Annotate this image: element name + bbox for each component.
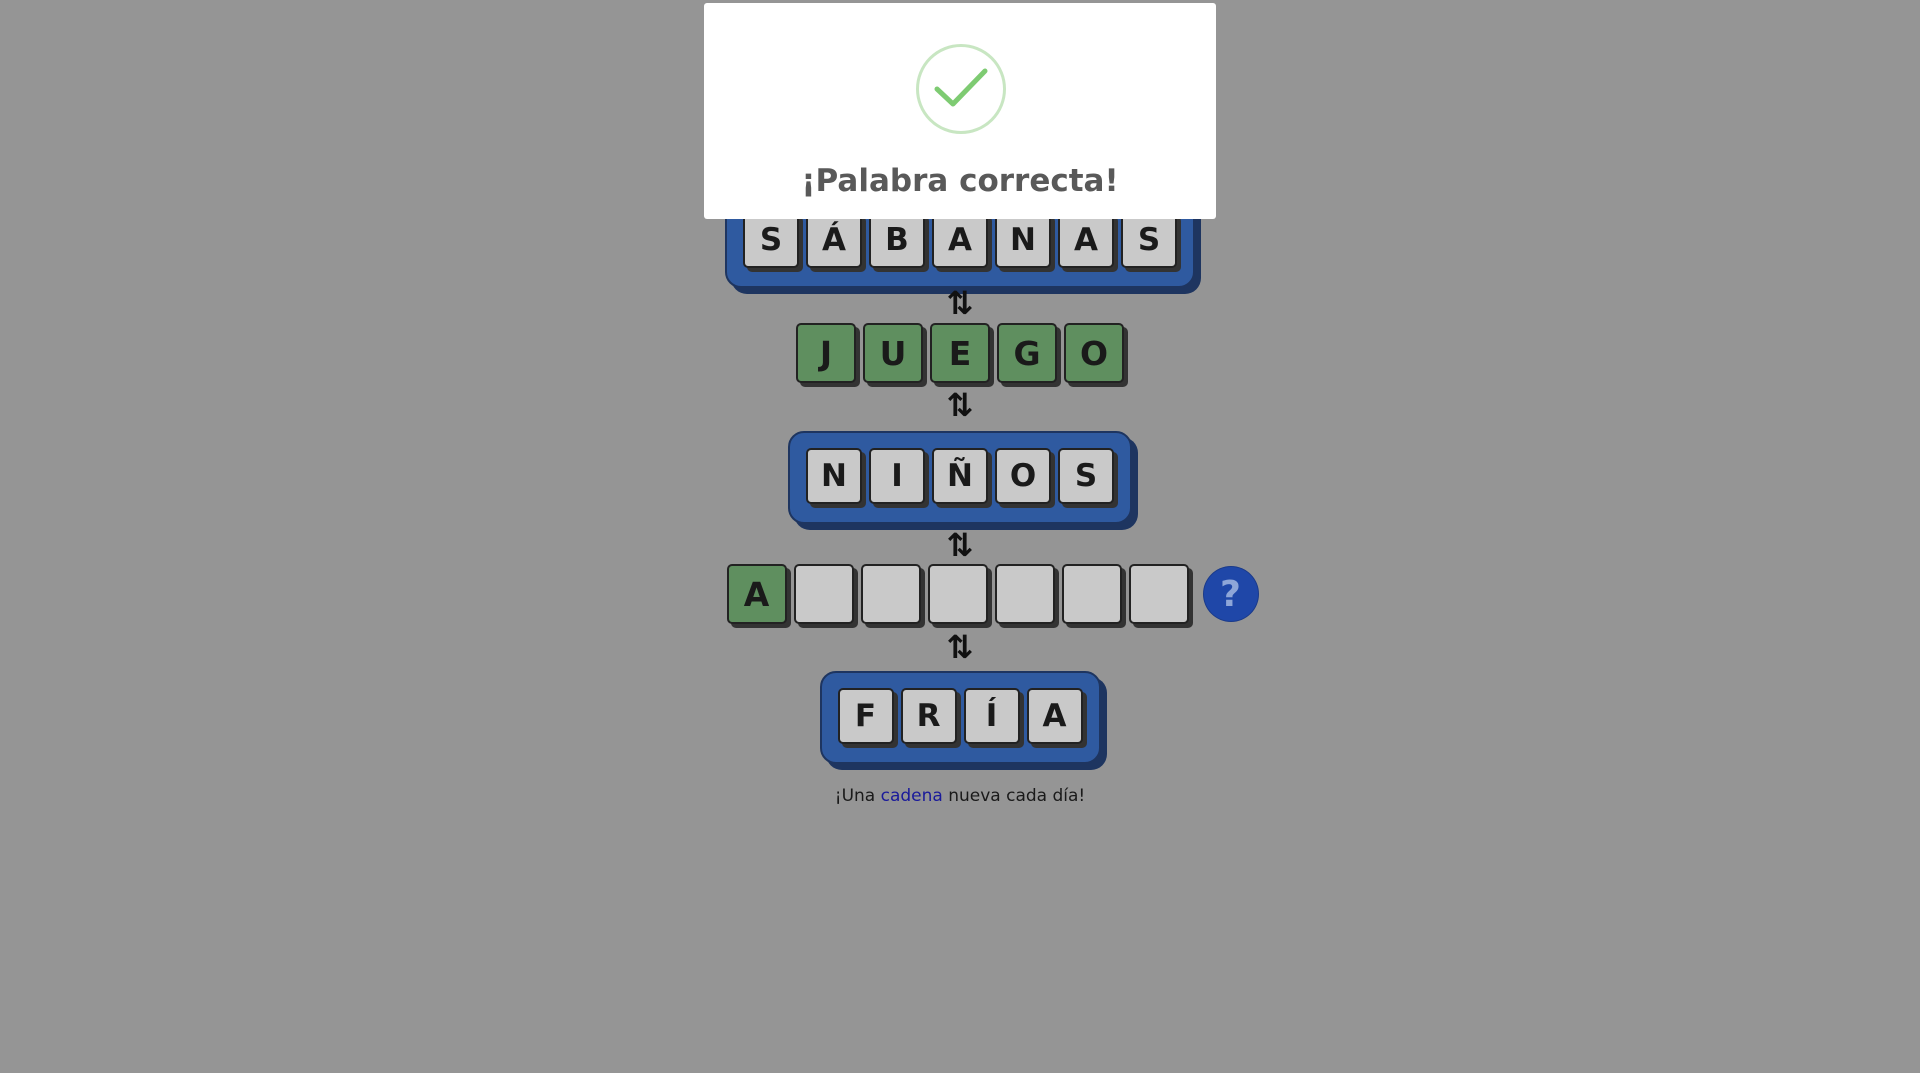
letter-tile: S [743,212,799,268]
letter-tile: O [995,448,1051,504]
letter-tile: G [997,323,1057,383]
letter-tile: I [869,448,925,504]
word-row-2: J U E G O [0,323,1920,383]
letter-tile: R [900,688,957,744]
hint-button[interactable]: ? [1203,567,1258,621]
check-icon [916,44,1006,134]
game-board: S Á B A N A S ⇅ J U E G O ⇅ N I Ñ O S ⇅ … [0,0,1920,1073]
word-frame: N I Ñ O S [788,431,1132,524]
modal-title: ¡Palabra correcta! [801,163,1119,199]
cadena-link[interactable]: cadena [881,786,943,806]
letter-tile: E [930,323,990,383]
letter-tile: Í [963,688,1020,744]
empty-letter-tile[interactable] [1128,564,1189,624]
letter-tile: Ñ [932,448,988,504]
word-row-3: N I Ñ O S [0,431,1920,524]
letter-tile: A [1058,212,1114,268]
letter-tile: O [1064,323,1124,383]
link-arrow-icon: ⇅ [946,386,974,424]
letter-tile: B [869,212,925,268]
letter-tile: N [995,212,1051,268]
letter-tile: U [863,323,923,383]
letter-tile: F [837,688,894,744]
tagline-text-start: ¡Una [834,786,881,806]
word-frame: F R Í A [819,671,1101,764]
tagline-text-end: nueva cada día! [942,786,1086,806]
empty-letter-tile[interactable] [860,564,921,624]
letter-tile: Á [806,212,862,268]
letter-tile: N [806,448,862,504]
word-row-4: A ? [0,564,1920,624]
word-row-5: F R Í A [0,671,1920,764]
checkmark-svg [934,68,988,107]
letter-tile: A [726,564,787,624]
link-arrow-icon: ⇅ [946,284,974,322]
tagline: ¡Una cadena nueva cada día! [0,786,1920,806]
empty-letter-tile[interactable] [793,564,854,624]
letter-tile: S [1058,448,1114,504]
letter-tile: A [1026,688,1083,744]
link-arrow-icon: ⇅ [946,628,974,666]
empty-letter-tile[interactable] [994,564,1055,624]
empty-letter-tile[interactable] [927,564,988,624]
letter-tile: J [796,323,856,383]
empty-letter-tile[interactable] [1061,564,1122,624]
link-arrow-icon: ⇅ [946,526,974,564]
letter-tile: A [932,212,988,268]
success-modal: ¡Palabra correcta! [704,3,1216,219]
letter-tile: S [1121,212,1177,268]
